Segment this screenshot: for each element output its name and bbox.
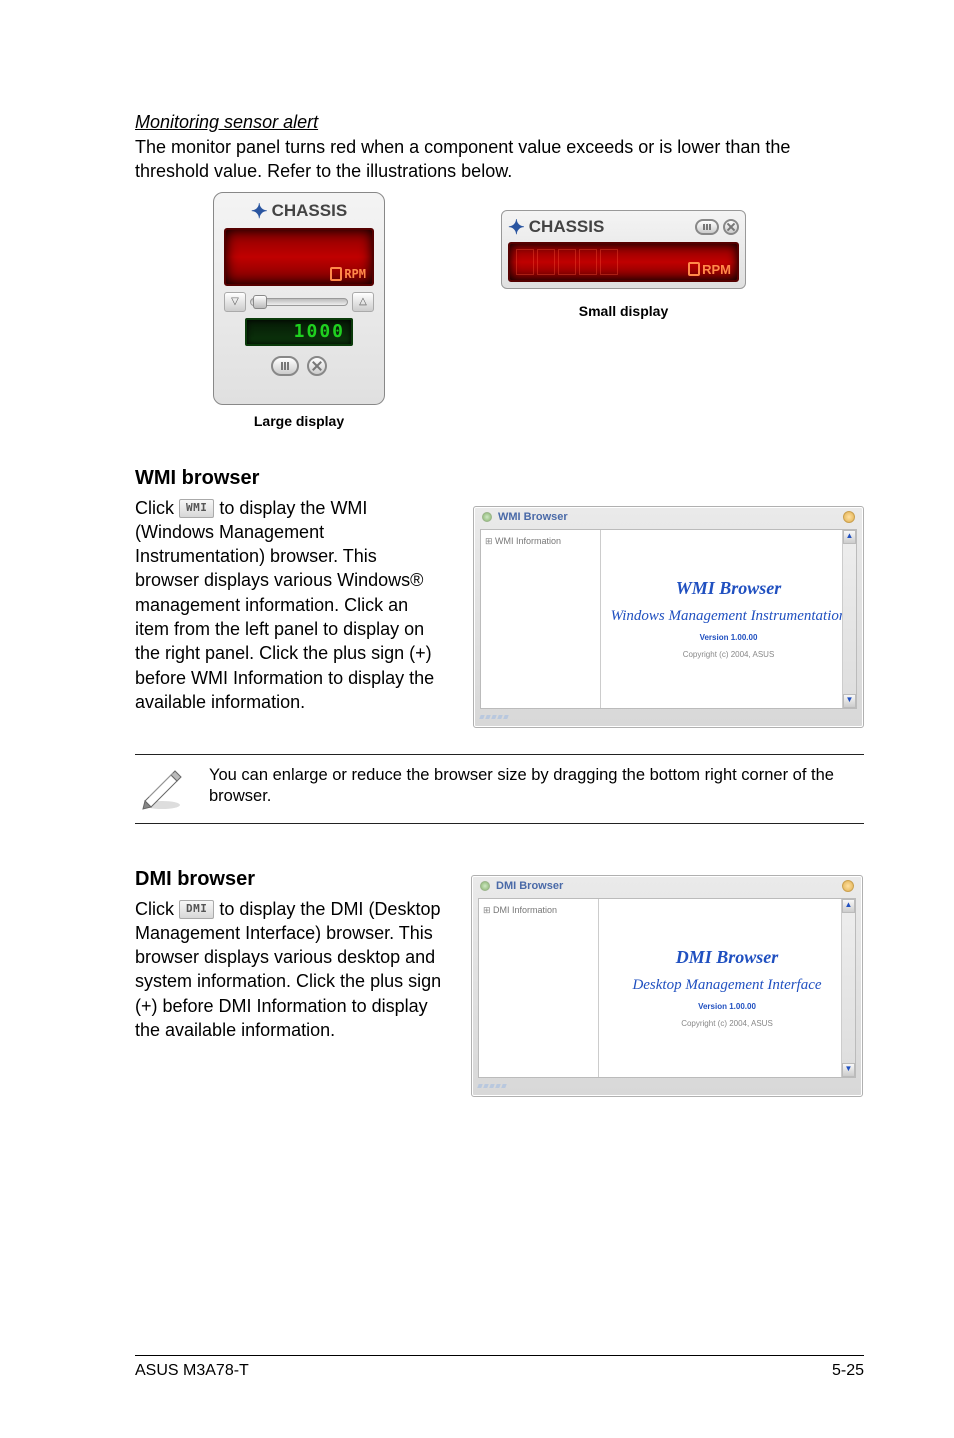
window-orb-icon <box>482 512 492 522</box>
page-footer: ASUS M3A78-T 5-25 <box>135 1355 864 1380</box>
plus-icon: ✦ <box>508 215 525 240</box>
small-display-caption: Small display <box>579 303 668 319</box>
chassis-small-title: ✦ CHASSIS <box>508 215 604 240</box>
note-box: You can enlarge or reduce the browser si… <box>135 754 864 824</box>
dmi-tree-root[interactable]: DMI Information <box>483 905 594 916</box>
dmi-tree-pane[interactable]: DMI Information <box>479 899 599 1077</box>
wmi-tree-pane[interactable]: WMI Information <box>481 530 601 708</box>
monitoring-alert-heading: Monitoring sensor alert <box>135 112 864 133</box>
wmi-window-titlebar: WMI Browser <box>474 507 863 527</box>
dmi-body: Click DMI to display the DMI (Desktop Ma… <box>135 897 443 1043</box>
plus-icon: ✦ <box>251 199 268 224</box>
dmi-button[interactable]: DMI <box>179 900 214 919</box>
dmi-version: Version 1.00.00 <box>698 1002 756 1011</box>
dmi-content-pane: DMI Browser Desktop Management Interface… <box>599 899 855 1077</box>
wmi-version: Version 1.00.00 <box>700 633 758 642</box>
dmi-pane-title: DMI Browser <box>676 947 779 968</box>
wmi-posttext: to display the WMI (Windows Management I… <box>135 498 434 712</box>
wmi-pane-title: WMI Browser <box>676 578 782 599</box>
config-icon[interactable] <box>695 219 719 235</box>
chassis-large-title: ✦ CHASSIS <box>251 199 347 224</box>
window-close-icon[interactable] <box>842 880 854 892</box>
scrollbar[interactable]: ▲▼ <box>842 530 856 708</box>
rpm-unit-large-text: RPM <box>344 267 366 281</box>
wmi-button[interactable]: WMI <box>179 499 214 518</box>
wmi-tree-root[interactable]: WMI Information <box>485 536 596 547</box>
dmi-pane-subtitle: Desktop Management Interface <box>632 976 821 994</box>
rpm-unit-large: RPM <box>324 264 372 284</box>
window-orb-icon <box>480 881 490 891</box>
rpm-unit-small: RPM <box>682 259 737 280</box>
dmi-posttext: to display the DMI (Desktop Management I… <box>135 899 441 1040</box>
chassis-large-panel: ✦ CHASSIS RPM ▽ △ 1000 <box>213 192 385 405</box>
chassis-small-panel: ✦ CHASSIS RPM <box>501 210 746 289</box>
slider-decrease-button[interactable]: ▽ <box>224 292 246 312</box>
wmi-copyright: Copyright (c) 2004, ASUS <box>683 650 775 659</box>
threshold-slider[interactable]: ▽ △ <box>224 292 374 312</box>
rpm-box-icon <box>688 262 700 276</box>
slider-thumb[interactable] <box>253 295 267 309</box>
wmi-section: Click WMI to display the WMI (Windows Ma… <box>135 496 864 728</box>
chassis-small-title-text: CHASSIS <box>529 217 605 237</box>
dmi-section: Click DMI to display the DMI (Desktop Ma… <box>135 897 864 1097</box>
dmi-browser-window: DMI Browser DMI Information DMI Browser … <box>471 875 863 1097</box>
close-icon[interactable] <box>723 219 739 235</box>
close-icon[interactable] <box>307 356 327 376</box>
wmi-browser-window: WMI Browser WMI Information WMI Browser … <box>473 506 864 728</box>
wmi-pretext: Click <box>135 498 179 518</box>
chassis-large-title-text: CHASSIS <box>272 201 348 221</box>
chassis-large-footer-icons <box>271 356 327 376</box>
dmi-window-title: DMI Browser <box>496 880 563 892</box>
resize-grip-icon[interactable] <box>480 715 857 723</box>
large-display-caption: Large display <box>254 413 344 429</box>
window-close-icon[interactable] <box>843 511 855 523</box>
threshold-value-display: 1000 <box>245 318 353 346</box>
footer-page-number: 5-25 <box>832 1362 864 1380</box>
chassis-small-lcd: RPM <box>508 242 739 282</box>
slider-track[interactable] <box>250 298 348 306</box>
wmi-heading: WMI browser <box>135 467 864 490</box>
chassis-large-lcd: RPM <box>224 228 374 286</box>
scrollbar[interactable]: ▲▼ <box>841 899 855 1077</box>
footer-product: ASUS M3A78-T <box>135 1362 249 1380</box>
monitoring-alert-body: The monitor panel turns red when a compo… <box>135 135 864 184</box>
wmi-content-pane: WMI Browser Windows Management Instrumen… <box>601 530 856 708</box>
rpm-unit-small-text: RPM <box>702 262 731 277</box>
pencil-icon <box>139 765 185 811</box>
dmi-copyright: Copyright (c) 2004, ASUS <box>681 1019 773 1028</box>
note-text: You can enlarge or reduce the browser si… <box>209 765 864 808</box>
slider-increase-button[interactable]: △ <box>352 292 374 312</box>
wmi-window-title: WMI Browser <box>498 511 568 523</box>
wmi-pane-subtitle: Windows Management Instrumentation <box>611 607 847 625</box>
rpm-box-icon <box>330 267 342 281</box>
dmi-pretext: Click <box>135 899 179 919</box>
dmi-window-titlebar: DMI Browser <box>472 876 862 896</box>
wmi-body: Click WMI to display the WMI (Windows Ma… <box>135 496 445 715</box>
display-panels-row: ✦ CHASSIS RPM ▽ △ 1000 Lar <box>135 192 864 429</box>
resize-grip-icon[interactable] <box>478 1084 856 1092</box>
config-icon[interactable] <box>271 356 299 376</box>
